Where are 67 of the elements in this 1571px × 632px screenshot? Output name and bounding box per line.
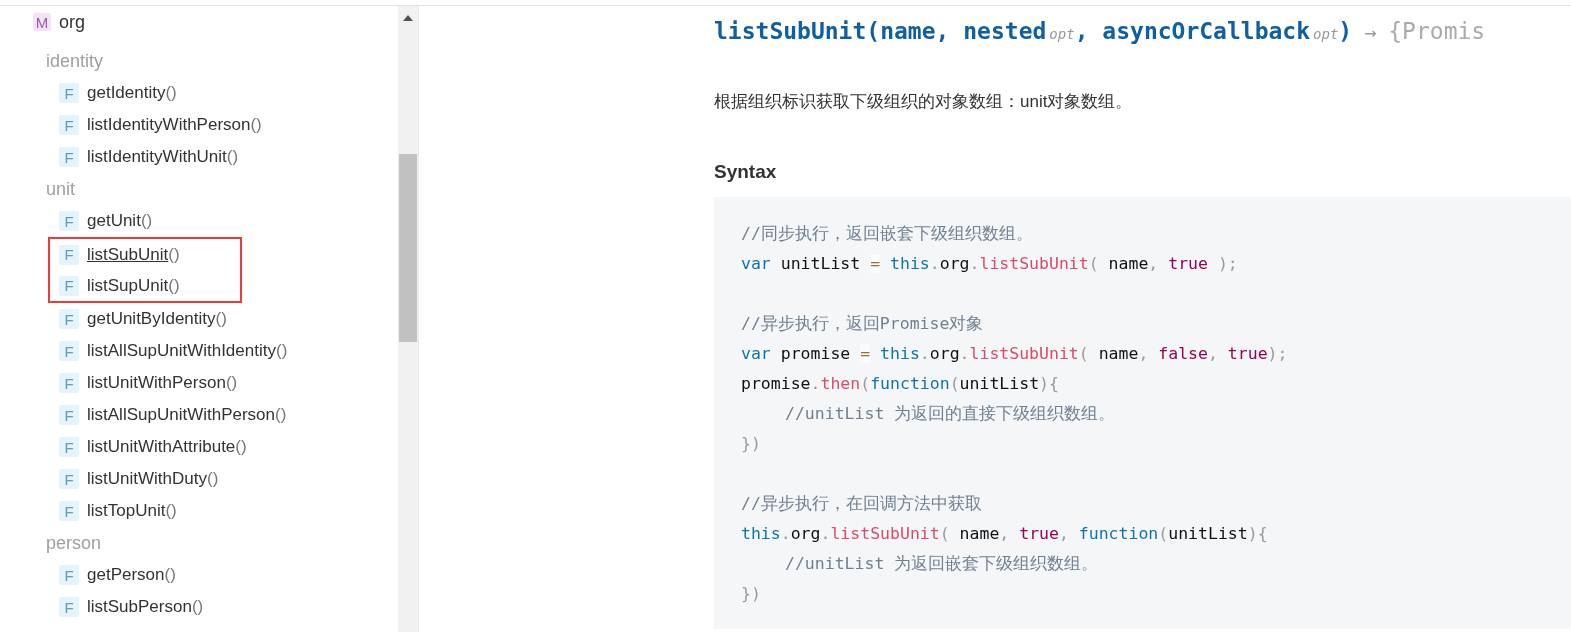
function-badge: F (59, 115, 79, 135)
parentheses: () (191, 597, 204, 617)
function-link[interactable]: listTopUnit (87, 501, 166, 521)
function-link[interactable]: getUnit (87, 211, 141, 231)
function-badge: F (59, 405, 79, 425)
function-badge: F (59, 275, 79, 296)
function-badge: F (59, 597, 79, 617)
parentheses: () (235, 437, 247, 457)
parentheses: () (140, 211, 153, 231)
function-link[interactable]: listUnitWithAttribute (87, 437, 236, 457)
parentheses: () (164, 565, 176, 585)
section-heading: Syntax (714, 161, 778, 183)
code-line: var unitList = this.org.listSubUnit( name, true ); (741, 253, 1238, 275)
function-badge: F (59, 501, 79, 521)
parentheses: () (165, 83, 177, 103)
function-badge: F (59, 373, 79, 393)
category-label: unit (46, 178, 76, 200)
function-link[interactable]: listSubUnit (87, 244, 169, 265)
parentheses: () (225, 373, 238, 393)
function-badge: F (59, 437, 79, 457)
function-badge: F (59, 83, 79, 103)
scrollbar-thumb[interactable] (399, 154, 417, 342)
function-badge: F (59, 565, 79, 585)
parentheses: () (168, 275, 180, 296)
scroll-up-icon[interactable] (403, 15, 413, 21)
function-link[interactable]: getIdentity (87, 83, 166, 103)
function-badge: F (59, 147, 79, 167)
parentheses: () (168, 244, 180, 265)
code-line: promise.then(function(unitList){ (741, 373, 1059, 395)
code-line: this.org.listSubUnit( name, true, function(unitList){ (741, 523, 1268, 545)
function-link[interactable]: getUnitByIdentity (87, 309, 216, 329)
code-line: //unitList 为返回的直接下级组织数组。 (784, 403, 1116, 425)
code-line: }) (741, 433, 761, 455)
parentheses: () (226, 147, 239, 167)
function-link[interactable]: listAllSupUnitWithIdentity (87, 341, 276, 361)
code-line: //异步执行，返回Promise对象 (741, 313, 984, 335)
function-badge: F (59, 309, 79, 329)
description: 根据组织标识获取下级组织的对象数组：unit对象数组。 (714, 91, 1134, 113)
category-label: identity (46, 50, 104, 72)
code-line: }) (741, 583, 761, 605)
function-badge: F (59, 469, 79, 489)
parentheses: () (215, 309, 227, 329)
function-link[interactable]: listUnitWithDuty (87, 469, 207, 489)
category-label: person (46, 532, 102, 554)
module-badge: M (33, 13, 51, 31)
code-line: //异步执行，在回调方法中获取 (741, 493, 982, 515)
module-name[interactable]: org (59, 11, 85, 33)
parentheses: () (165, 501, 177, 521)
function-link[interactable]: listAllSupUnitWithPerson (87, 405, 275, 425)
function-link[interactable]: getPerson (87, 565, 165, 585)
parentheses: () (275, 341, 288, 361)
method-signature: listSubUnit(name, nested opt, asyncOrCallback opt) → {Promis (714, 18, 1487, 46)
code-line: //同步执行，返回嵌套下级组织数组。 (741, 223, 1033, 245)
code-line: var promise = this.org.listSubUnit( name, false, true); (741, 343, 1288, 365)
function-badge: F (59, 341, 79, 361)
scrollbar[interactable] (398, 6, 418, 632)
function-badge: F (59, 211, 79, 231)
function-badge: F (59, 244, 79, 265)
function-link[interactable]: listSubPerson (87, 597, 192, 617)
parentheses: () (250, 115, 262, 135)
parentheses: () (206, 469, 219, 489)
function-link[interactable]: listIdentityWithPerson (87, 115, 251, 135)
function-link[interactable]: listUnitWithPerson (87, 373, 226, 393)
function-link[interactable]: listIdentityWithUnit (87, 147, 227, 167)
parentheses: () (275, 405, 287, 425)
function-link[interactable]: listSupUnit (87, 275, 169, 296)
code-line: //unitList 为返回嵌套下级组织数组。 (784, 553, 1099, 575)
